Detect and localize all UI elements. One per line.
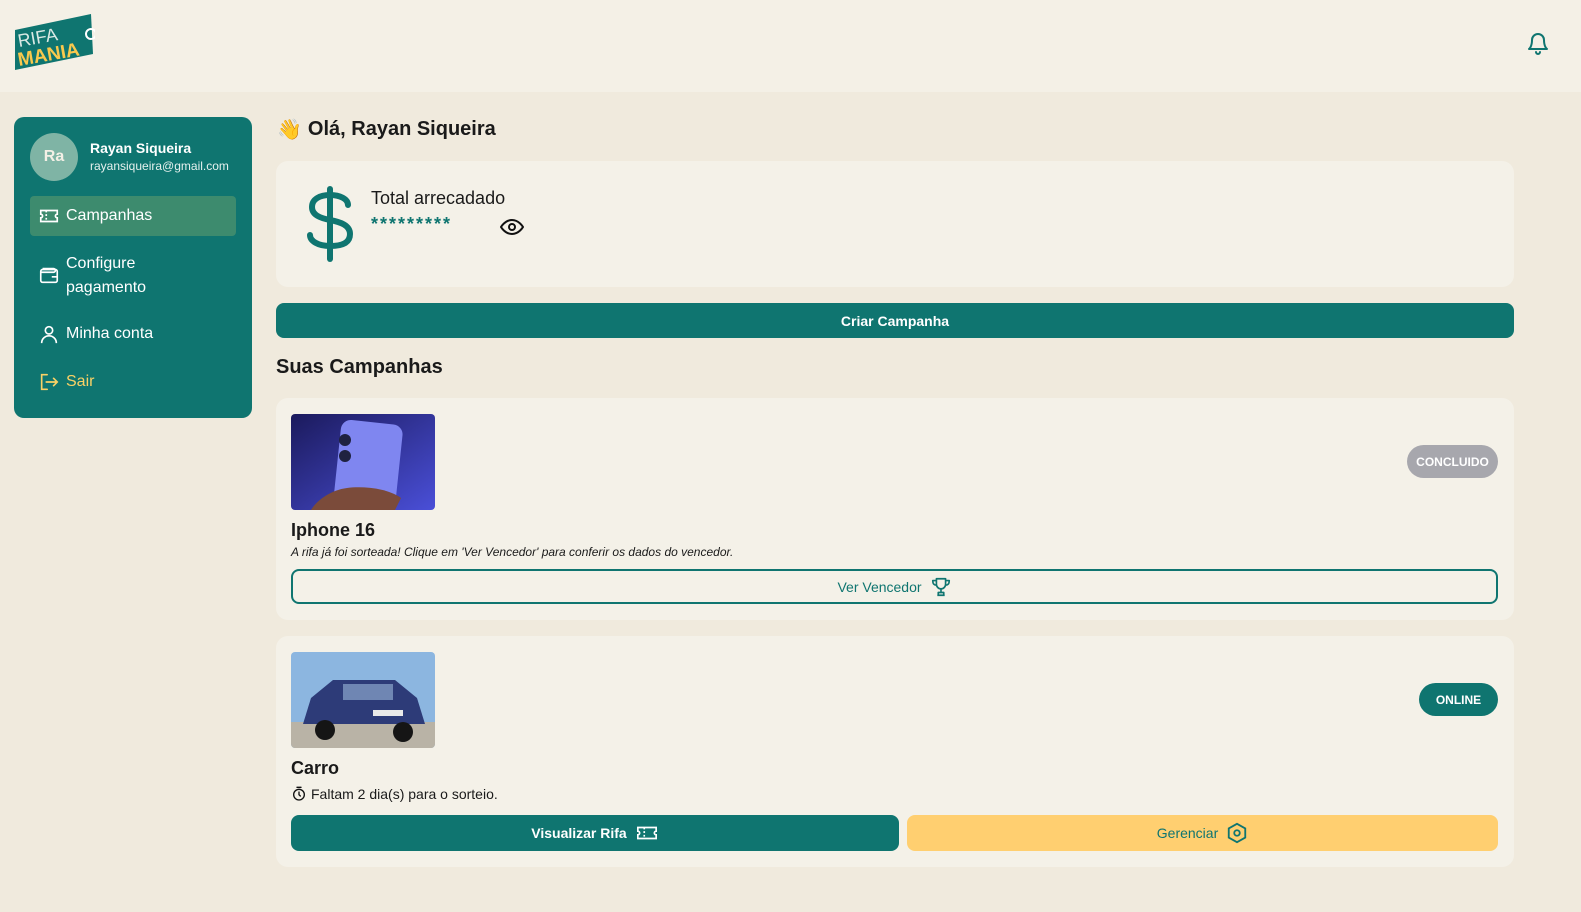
top-bar: RIFA MANIA [0, 0, 1581, 92]
rifamania-logo[interactable]: RIFA MANIA [13, 14, 95, 70]
status-badge: CONCLUIDO [1407, 445, 1498, 478]
logout-icon [40, 373, 59, 391]
eye-icon[interactable] [500, 218, 524, 236]
user-name: Rayan Siqueira [90, 140, 192, 156]
ticket-icon [636, 826, 657, 840]
campaign-card: Iphone 16 A rifa já foi sorteada! Clique… [276, 398, 1514, 620]
wallet-icon [39, 267, 59, 284]
campaign-thumbnail[interactable] [291, 652, 435, 748]
view-winner-button[interactable]: Ver Vencedor [291, 569, 1498, 604]
countdown-text: Faltam 2 dia(s) para o sorteio. [311, 786, 498, 802]
create-campaign-button[interactable]: Criar Campanha [276, 303, 1514, 338]
total-value: ********* [371, 214, 453, 234]
sidebar-item-pagamento[interactable]: Configure pagamento [30, 252, 236, 300]
total-label: Total arrecadado [371, 188, 506, 208]
campaign-title: Carro [291, 758, 340, 778]
dollar-icon [307, 186, 354, 262]
sidebar-item-label: Campanhas [66, 207, 153, 224]
button-label: Gerenciar [1156, 825, 1219, 841]
ticket-icon [39, 209, 59, 223]
sidebar-item-label: Minha conta [66, 325, 154, 342]
sidebar-item-sair[interactable]: Sair [30, 371, 236, 393]
settings-icon [1228, 822, 1247, 844]
avatar[interactable]: Ra [30, 133, 78, 181]
sidebar-item-campanhas[interactable]: Campanhas [30, 196, 236, 236]
sidebar-item-label: Sair [66, 373, 95, 390]
sidebar-item-minha-conta[interactable]: Minha conta [30, 323, 236, 345]
bell-icon[interactable] [1526, 30, 1550, 56]
greeting: 👋 Olá, Rayan Siqueira [277, 117, 496, 142]
button-label: Visualizar Rifa [531, 825, 627, 841]
campaign-thumbnail[interactable] [291, 414, 435, 510]
sidebar-item-label: Configure pagamento [66, 255, 147, 296]
user-icon [40, 325, 58, 344]
campaign-description: A rifa já foi sorteada! Clique em 'Ver V… [291, 545, 734, 559]
manage-button[interactable]: Gerenciar [907, 815, 1498, 851]
user-email: rayansiqueira@gmail.com [90, 159, 229, 173]
campaign-description: Faltam 2 dia(s) para o sorteio. [291, 786, 498, 802]
section-title: Suas Campanhas [276, 356, 443, 378]
trophy-icon [931, 577, 950, 596]
status-badge: ONLINE [1419, 683, 1498, 716]
view-raffle-button[interactable]: Visualizar Rifa [291, 815, 899, 851]
button-label: Ver Vencedor [837, 578, 922, 595]
campaign-card: Carro Faltam 2 dia(s) para o sorteio. ON… [276, 636, 1514, 867]
campaign-title: Iphone 16 [291, 520, 376, 540]
waving-hand-icon: 👋 [277, 119, 302, 141]
greeting-text: Olá, Rayan Siqueira [307, 118, 496, 140]
timer-icon [293, 786, 305, 801]
sidebar: Ra Rayan Siqueira rayansiqueira@gmail.co… [14, 117, 252, 418]
total-card: Total arrecadado ********* [276, 161, 1514, 287]
